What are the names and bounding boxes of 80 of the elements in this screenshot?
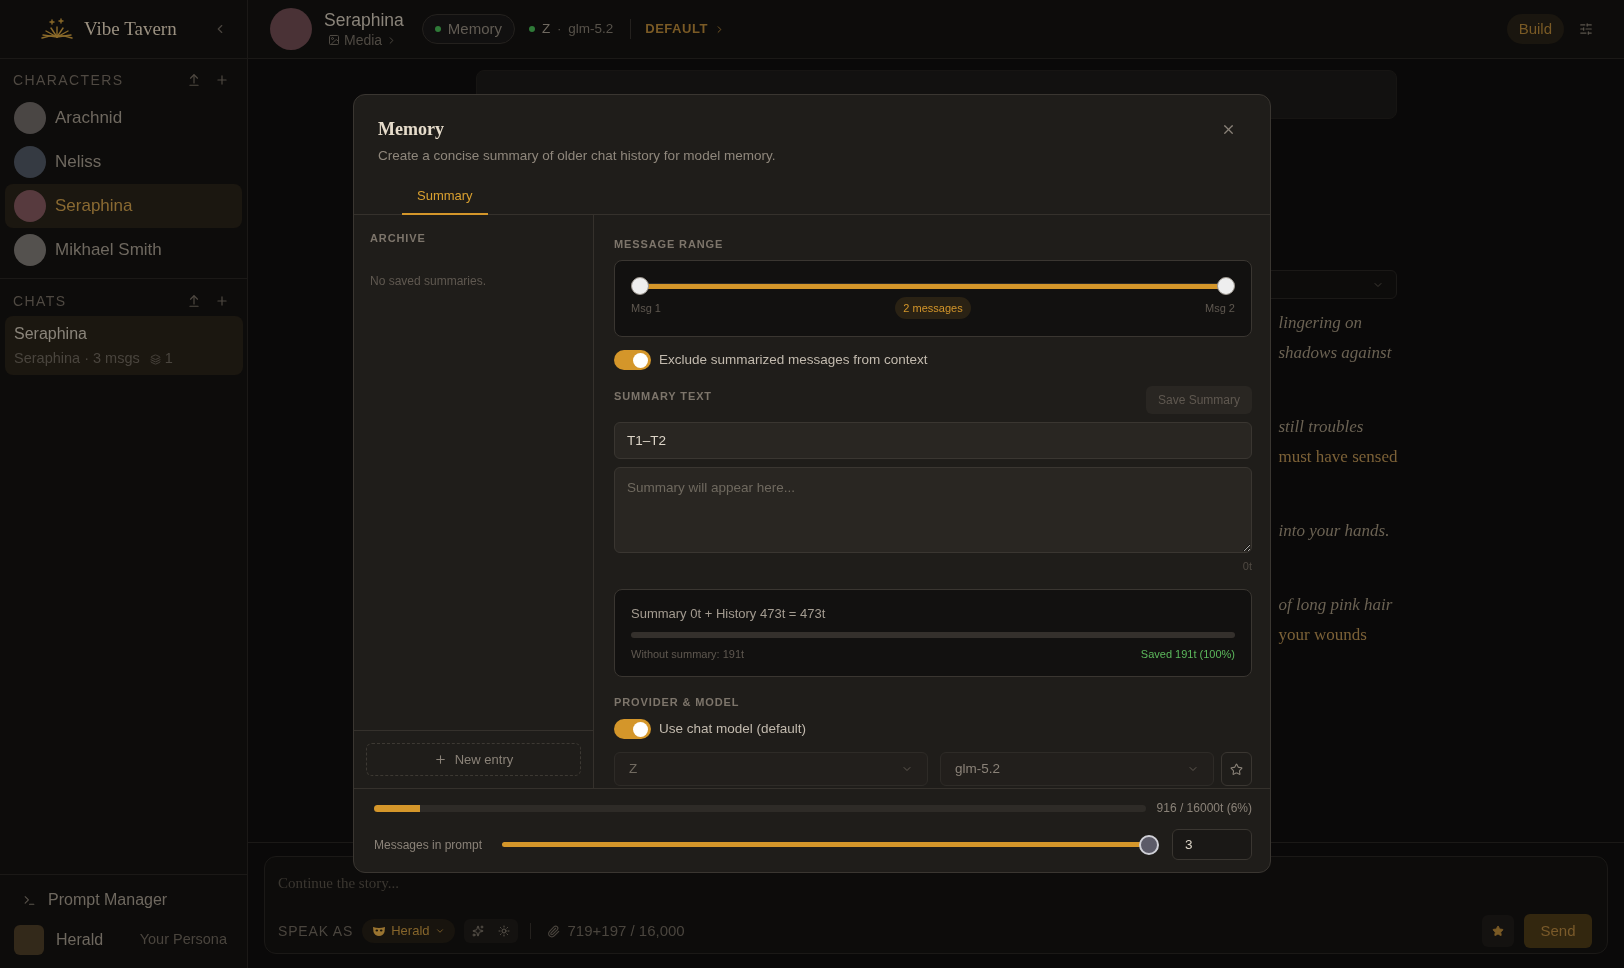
avatar — [270, 8, 312, 50]
toggle-switch[interactable] — [614, 719, 651, 739]
section-heading: SUMMARY TEXT — [614, 389, 712, 403]
summary-textarea[interactable]: Summary will appear here... — [614, 467, 1252, 553]
context-reading: 916 / 16000t (6%) — [1156, 800, 1252, 817]
story-text: your wounds — [1278, 624, 1368, 646]
mask-icon — [372, 925, 387, 937]
toggle-label: Exclude summarized messages from context — [659, 350, 928, 369]
toggle-label: Use chat model (default) — [659, 719, 807, 738]
favorite-button[interactable] — [1221, 752, 1252, 786]
prompt-manager-button[interactable]: Prompt Manager — [14, 885, 168, 915]
upload-icon[interactable] — [187, 73, 201, 87]
range-end-label: Msg 2 — [1205, 300, 1235, 316]
brand-name: Vibe Tavern — [84, 16, 177, 41]
section-heading: PROVIDER & MODEL — [614, 695, 741, 709]
persona-role: Your Persona — [139, 930, 227, 950]
story-text: lingering on — [1278, 312, 1364, 334]
messages-count-input[interactable]: 3 — [1172, 829, 1252, 860]
speak-as-label: SPEAK AS — [278, 921, 354, 941]
character-item[interactable]: Seraphina — [5, 184, 242, 228]
sliders-icon[interactable] — [1579, 22, 1593, 36]
persona-chip[interactable]: Herald — [362, 919, 455, 943]
section-heading: CHATS — [13, 291, 67, 311]
slider-label: Messages in prompt — [374, 836, 483, 854]
character-name: Seraphina — [324, 9, 404, 31]
avatar — [14, 146, 46, 178]
empty-message: No saved summaries. — [370, 273, 488, 289]
plus-icon — [433, 753, 447, 766]
slider-thumb[interactable] — [1139, 834, 1159, 855]
story-text: shadows against — [1278, 342, 1393, 364]
token-formula: Summary 0t + History 473t = 473t — [631, 605, 827, 623]
favorite-button[interactable] — [1482, 915, 1514, 947]
star-icon — [1230, 762, 1243, 776]
model-select[interactable]: glm-5.2 — [940, 752, 1214, 786]
section-heading: MESSAGE RANGE — [614, 237, 725, 251]
avatar — [14, 234, 46, 266]
story-text: still troubles — [1278, 416, 1365, 438]
media-link[interactable]: Media — [324, 31, 404, 49]
provider-select[interactable]: Z — [614, 752, 928, 786]
range-start-label: Msg 1 — [631, 300, 661, 316]
sun-icon[interactable] — [497, 925, 510, 937]
persona-avatar — [14, 925, 44, 955]
star-icon — [1492, 925, 1504, 937]
model-button[interactable]: Z · glm-5.2 — [528, 18, 614, 40]
dialog-description: Create a concise summary of older chat history for model memory. — [378, 147, 777, 165]
preset-button[interactable]: DEFAULT — [645, 19, 725, 39]
paperclip-icon[interactable] — [546, 924, 560, 938]
avatar — [14, 190, 46, 222]
memory-button[interactable]: Memory — [421, 14, 515, 44]
toggle-switch[interactable] — [614, 350, 651, 370]
section-heading: CHARACTERS — [13, 70, 124, 90]
chevron-down-icon — [434, 926, 445, 936]
tab[interactable]: Summary — [402, 179, 488, 215]
avatar — [14, 102, 46, 134]
without-summary-text: Without summary: 191t — [631, 646, 745, 662]
terminal-icon — [23, 893, 36, 907]
send-button[interactable]: Send — [1524, 914, 1592, 948]
logo-icon — [40, 18, 74, 40]
slider-thumb[interactable] — [631, 277, 649, 295]
dialog-title: Memory — [378, 117, 444, 141]
persona-name: Herald — [56, 930, 104, 950]
story-text: into your hands. — [1278, 520, 1391, 542]
new-entry-button[interactable]: New entry — [366, 743, 581, 776]
upload-icon[interactable] — [187, 294, 201, 308]
messages-slider[interactable] — [502, 834, 1159, 855]
character-item[interactable]: Neliss — [5, 140, 242, 184]
range-count-badge: 2 messages — [895, 297, 971, 319]
build-button[interactable]: Build — [1506, 14, 1564, 44]
character-item[interactable]: Mikhael Smith — [5, 228, 242, 272]
sparkle-icon[interactable] — [471, 925, 484, 937]
story-text: of long pink hair — [1278, 594, 1394, 616]
story-text: must have sensed — [1278, 446, 1397, 468]
section-heading: ARCHIVE — [370, 231, 427, 245]
summary-title-input[interactable]: T1–T2 — [614, 422, 1252, 459]
token-count: 719+197 / 16,000 — [567, 920, 685, 941]
image-icon — [328, 34, 340, 46]
layers-icon — [149, 353, 161, 365]
character-item[interactable]: Arachnid — [5, 96, 242, 140]
slider-thumb[interactable] — [1217, 277, 1235, 295]
saved-tokens-text: Saved 191t (100%) — [1140, 646, 1235, 662]
